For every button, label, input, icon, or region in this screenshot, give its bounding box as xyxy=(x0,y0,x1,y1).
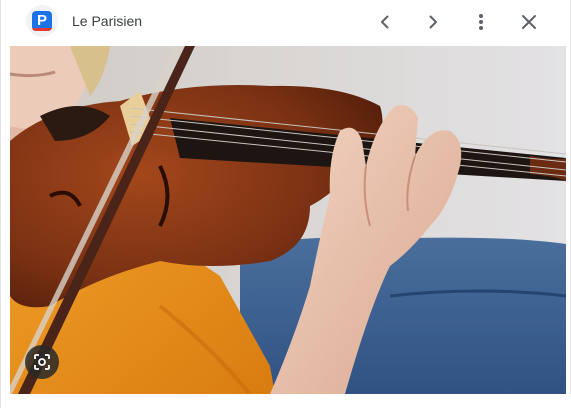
image-viewer-panel: P Le Parisien xyxy=(0,0,571,408)
next-button[interactable] xyxy=(419,8,447,36)
more-vert-icon xyxy=(479,14,483,30)
close-icon xyxy=(522,15,536,29)
site-favicon[interactable]: P xyxy=(26,5,58,37)
more-options-button[interactable] xyxy=(467,8,495,36)
close-button[interactable] xyxy=(515,8,543,36)
preview-image[interactable] xyxy=(10,46,566,394)
previous-button[interactable] xyxy=(371,8,399,36)
violin-player-photo xyxy=(10,46,566,394)
chevron-left-icon xyxy=(381,15,389,29)
chevron-right-icon xyxy=(429,15,437,29)
lens-search-button[interactable] xyxy=(25,345,59,379)
site-name-link[interactable]: Le Parisien xyxy=(72,12,142,30)
viewer-footer xyxy=(1,394,571,408)
le-parisien-logo-icon: P xyxy=(32,11,52,31)
lens-search-icon xyxy=(34,354,50,370)
viewer-header: P Le Parisien xyxy=(1,0,571,46)
